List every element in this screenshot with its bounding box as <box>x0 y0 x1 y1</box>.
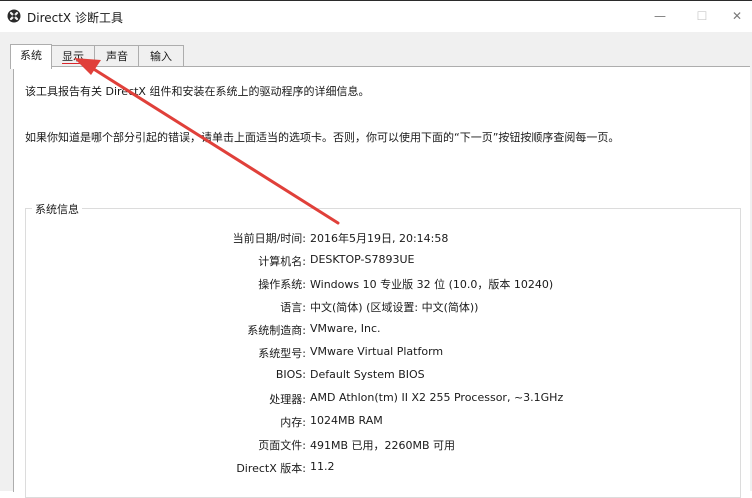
info-value: Windows 10 专业版 32 位 (10.0，版本 10240) <box>310 278 554 291</box>
info-label: 页面文件: <box>258 439 306 452</box>
intro-line-2: 如果你知道是哪个部分引起的错误，请单击上面适当的选项卡。否则，你可以使用下面的“… <box>25 131 620 144</box>
info-label: 处理器: <box>269 393 306 406</box>
info-value: DESKTOP-S7893UE <box>310 253 415 266</box>
tab-sound[interactable]: 声音 <box>94 45 140 67</box>
info-row-directx-version: DirectX 版本: 11.2 <box>26 460 742 476</box>
intro-line-1: 该工具报告有关 DirectX 组件和安装在系统上的驱动程序的详细信息。 <box>25 85 370 98</box>
maximize-button[interactable]: ☐ <box>687 5 717 27</box>
info-value: Default System BIOS <box>310 368 425 381</box>
info-row-computer-name: 计算机名: DESKTOP-S7893UE <box>26 253 742 269</box>
info-value: VMware, Inc. <box>310 322 381 335</box>
info-value: 1024MB RAM <box>310 414 383 427</box>
info-row-datetime: 当前日期/时间: 2016年5月19日, 20:14:58 <box>26 230 742 246</box>
system-info-group: 系统信息 当前日期/时间: 2016年5月19日, 20:14:58 计算机名:… <box>25 201 742 498</box>
info-row-model: 系统型号: VMware Virtual Platform <box>26 345 742 361</box>
info-label: 系统制造商: <box>247 324 306 337</box>
info-row-os: 操作系统: Windows 10 专业版 32 位 (10.0，版本 10240… <box>26 276 742 292</box>
tab-display-label: 显示 <box>62 50 84 64</box>
system-info-title: 系统信息 <box>32 201 82 217</box>
info-row-page-file: 页面文件: 491MB 已用，2260MB 可用 <box>26 437 742 453</box>
info-row-language: 语言: 中文(简体) (区域设置: 中文(简体)) <box>26 299 742 315</box>
directx-logo-icon <box>7 9 21 23</box>
info-label: 系统型号: <box>258 347 306 360</box>
tab-display[interactable]: 显示 <box>50 45 96 67</box>
info-row-memory: 内存: 1024MB RAM <box>26 414 742 430</box>
info-label: BIOS: <box>275 368 306 381</box>
info-label: 语言: <box>280 301 306 314</box>
info-value: AMD Athlon(tm) II X2 255 Processor, ~3.1… <box>310 391 564 404</box>
system-tab-panel: 该工具报告有关 DirectX 组件和安装在系统上的驱动程序的详细信息。 如果你… <box>13 66 750 498</box>
info-row-processor: 处理器: AMD Athlon(tm) II X2 255 Processor,… <box>26 391 742 407</box>
info-value: 491MB 已用，2260MB 可用 <box>310 439 456 452</box>
directx-diagnostic-window: DirectX 诊断工具 — ☐ ✕ 系统 显示 声音 输入 该工具报告有关 D… <box>0 0 752 498</box>
info-label: 操作系统: <box>258 278 306 291</box>
tab-input[interactable]: 输入 <box>138 45 184 67</box>
tab-system[interactable]: 系统 <box>10 44 52 69</box>
close-button[interactable]: ✕ <box>722 5 752 27</box>
info-value: 中文(简体) (区域设置: 中文(简体)) <box>310 301 479 314</box>
info-value: VMware Virtual Platform <box>310 345 444 358</box>
info-row-manufacturer: 系统制造商: VMware, Inc. <box>26 322 742 338</box>
info-label: 内存: <box>280 416 306 429</box>
info-value: 2016年5月19日, 20:14:58 <box>310 232 449 245</box>
title-bar[interactable]: DirectX 诊断工具 — ☐ ✕ <box>0 1 752 32</box>
info-label: 计算机名: <box>258 255 306 268</box>
window-title: DirectX 诊断工具 <box>27 11 123 25</box>
info-label: DirectX 版本: <box>236 462 306 475</box>
info-label: 当前日期/时间: <box>232 232 306 245</box>
info-value: 11.2 <box>310 460 335 473</box>
minimize-button[interactable]: — <box>645 5 675 27</box>
info-row-bios: BIOS: Default System BIOS <box>26 368 742 384</box>
